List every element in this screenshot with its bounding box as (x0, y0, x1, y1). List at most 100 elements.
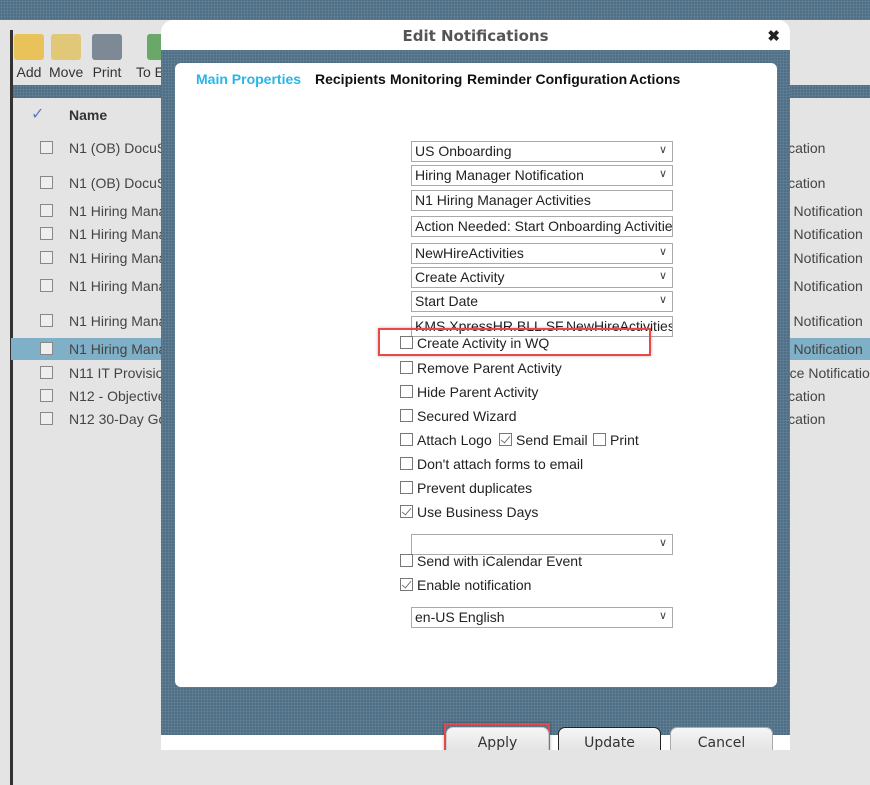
due_by-select[interactable]: Start Date ∨ (411, 291, 673, 312)
locale-value: en-US English (415, 609, 505, 625)
row-name: N11 IT Provisio (69, 365, 164, 381)
row-checkbox[interactable] (40, 141, 53, 154)
subject-value: Action Needed: Start Onboarding Activiti… (415, 218, 673, 234)
name-input[interactable]: N1 Hiring Manager Activities (411, 190, 673, 211)
checkbox-label: Send with iCalendar Event (417, 553, 582, 569)
column-header-name[interactable]: Name (69, 107, 107, 123)
toolbar-move-button[interactable]: Move (49, 34, 83, 80)
chevron-down-icon: ∨ (658, 168, 667, 180)
tab-reminder-configuration[interactable]: Reminder Configuration (467, 71, 627, 87)
cancel-button[interactable]: Cancel (670, 727, 773, 750)
row-type: r Notification (785, 278, 863, 294)
checkbox-box[interactable] (400, 457, 413, 470)
checkbox-box[interactable] (400, 578, 413, 591)
send_email-checkbox[interactable]: Send Email (499, 432, 588, 448)
checkbox-label: Attach Logo (417, 432, 492, 448)
chevron-down-icon: ∨ (658, 294, 667, 306)
attach_logo-checkbox[interactable]: Attach Logo (400, 432, 492, 448)
row-type: rce Notificatio (785, 365, 870, 381)
checkbox-box[interactable] (400, 361, 413, 374)
row-type: r Notification (785, 203, 863, 219)
toolbar-label: Move (49, 64, 84, 80)
tab-monitoring[interactable]: Monitoring (390, 71, 462, 87)
tab-actions[interactable]: Actions (629, 71, 680, 87)
checkbox-label: Enable notification (417, 577, 532, 593)
toolbar-label: Add (16, 64, 42, 80)
row-type: ication (785, 411, 826, 427)
row-name: N1 Hiring Mana (69, 278, 167, 294)
dialog-frame: Main Properties Recipients Monitoring Re… (161, 50, 790, 750)
checkbox-box[interactable] (400, 433, 413, 446)
checkbox-label: Send Email (516, 432, 588, 448)
row-checkbox[interactable] (40, 204, 53, 217)
row-checkbox[interactable] (40, 176, 53, 189)
business_days-checkbox[interactable]: Use Business Days (400, 504, 538, 520)
prevent_dup-checkbox[interactable]: Prevent duplicates (400, 480, 532, 496)
row-name: N1 (OB) DocuS (69, 175, 167, 191)
select-all-check-icon[interactable]: ✓ (31, 104, 44, 124)
row-checkbox[interactable] (40, 314, 53, 327)
update-button[interactable]: Update (558, 727, 661, 750)
checkbox-label: Hide Parent Activity (417, 384, 539, 400)
checkbox-label: Secured Wizard (417, 408, 517, 424)
dont_attach-checkbox[interactable]: Don't attach forms to email (400, 456, 583, 472)
remove_parent-checkbox[interactable]: Remove Parent Activity (400, 360, 562, 376)
folder-add-icon (14, 34, 44, 60)
top-banner (0, 0, 870, 20)
checkbox-box[interactable] (400, 409, 413, 422)
chevron-down-icon: ∨ (658, 610, 667, 622)
chevron-down-icon: ∨ (658, 270, 667, 282)
tab-recipients[interactable]: Recipients (315, 71, 386, 87)
row-name: N1 Hiring Mana (69, 226, 167, 242)
process-value: US Onboarding (415, 143, 512, 159)
checkbox-box[interactable] (593, 433, 606, 446)
row-type: ication (785, 175, 826, 191)
print-checkbox[interactable]: Print (593, 432, 639, 448)
tab-main-properties[interactable]: Main Properties (196, 71, 301, 87)
checkbox-label: Prevent duplicates (417, 480, 533, 496)
checkbox-label: Don't attach forms to email (417, 456, 584, 472)
apply-button[interactable]: Apply (446, 727, 549, 750)
row-type: ication (785, 388, 826, 404)
notify_at-select[interactable]: Create Activity ∨ (411, 267, 673, 288)
toolbar-print-button[interactable]: Print (92, 34, 122, 80)
row-type: r Notification (785, 250, 863, 266)
icalendar-checkbox[interactable]: Send with iCalendar Event (400, 553, 582, 569)
notify_at-value: Create Activity (415, 269, 505, 285)
wizard-select[interactable]: NewHireActivities ∨ (411, 243, 673, 264)
checkbox-label: Remove Parent Activity (417, 360, 562, 376)
checkbox-box[interactable] (499, 433, 512, 446)
row-checkbox[interactable] (40, 279, 53, 292)
checkbox-box[interactable] (400, 505, 413, 518)
row-name: N12 - Objective (69, 388, 166, 404)
type-value: Hiring Manager Notification (415, 167, 584, 183)
row-type: ication (785, 140, 826, 156)
toolbar-label: To E (135, 64, 164, 80)
checkbox-box[interactable] (400, 481, 413, 494)
checkbox-box[interactable] (400, 554, 413, 567)
secured_wizard-checkbox[interactable]: Secured Wizard (400, 408, 517, 424)
checkbox-box[interactable] (400, 385, 413, 398)
dialog-title: Edit Notifications (402, 27, 549, 45)
row-checkbox[interactable] (40, 227, 53, 240)
enable-checkbox[interactable]: Enable notification (400, 577, 531, 593)
hide_parent-checkbox[interactable]: Hide Parent Activity (400, 384, 538, 400)
type-select[interactable]: Hiring Manager Notification ∨ (411, 165, 673, 186)
close-icon[interactable]: ✖ (767, 27, 780, 45)
main-properties-panel: Main Properties Recipients Monitoring Re… (175, 63, 777, 687)
row-checkbox[interactable] (40, 251, 53, 264)
row-checkbox[interactable] (40, 366, 53, 379)
subject-input[interactable]: Action Needed: Start Onboarding Activiti… (411, 216, 673, 237)
chevron-down-icon: ∨ (658, 246, 667, 258)
wizard-value: NewHireActivities (415, 245, 524, 261)
row-checkbox[interactable] (40, 389, 53, 402)
toolbar-add-button[interactable]: Add (14, 34, 44, 80)
row-checkbox[interactable] (40, 412, 53, 425)
row-checkbox[interactable] (40, 342, 53, 355)
locale-select[interactable]: en-US English ∨ (411, 607, 673, 628)
row-name: N12 30-Day Go (69, 411, 167, 427)
row-name: N1 Hiring Mana (69, 250, 167, 266)
attach_form_group-select[interactable]: ∨ (411, 534, 673, 555)
process-select[interactable]: US Onboarding ∨ (411, 141, 673, 162)
name-value: N1 Hiring Manager Activities (415, 192, 591, 208)
